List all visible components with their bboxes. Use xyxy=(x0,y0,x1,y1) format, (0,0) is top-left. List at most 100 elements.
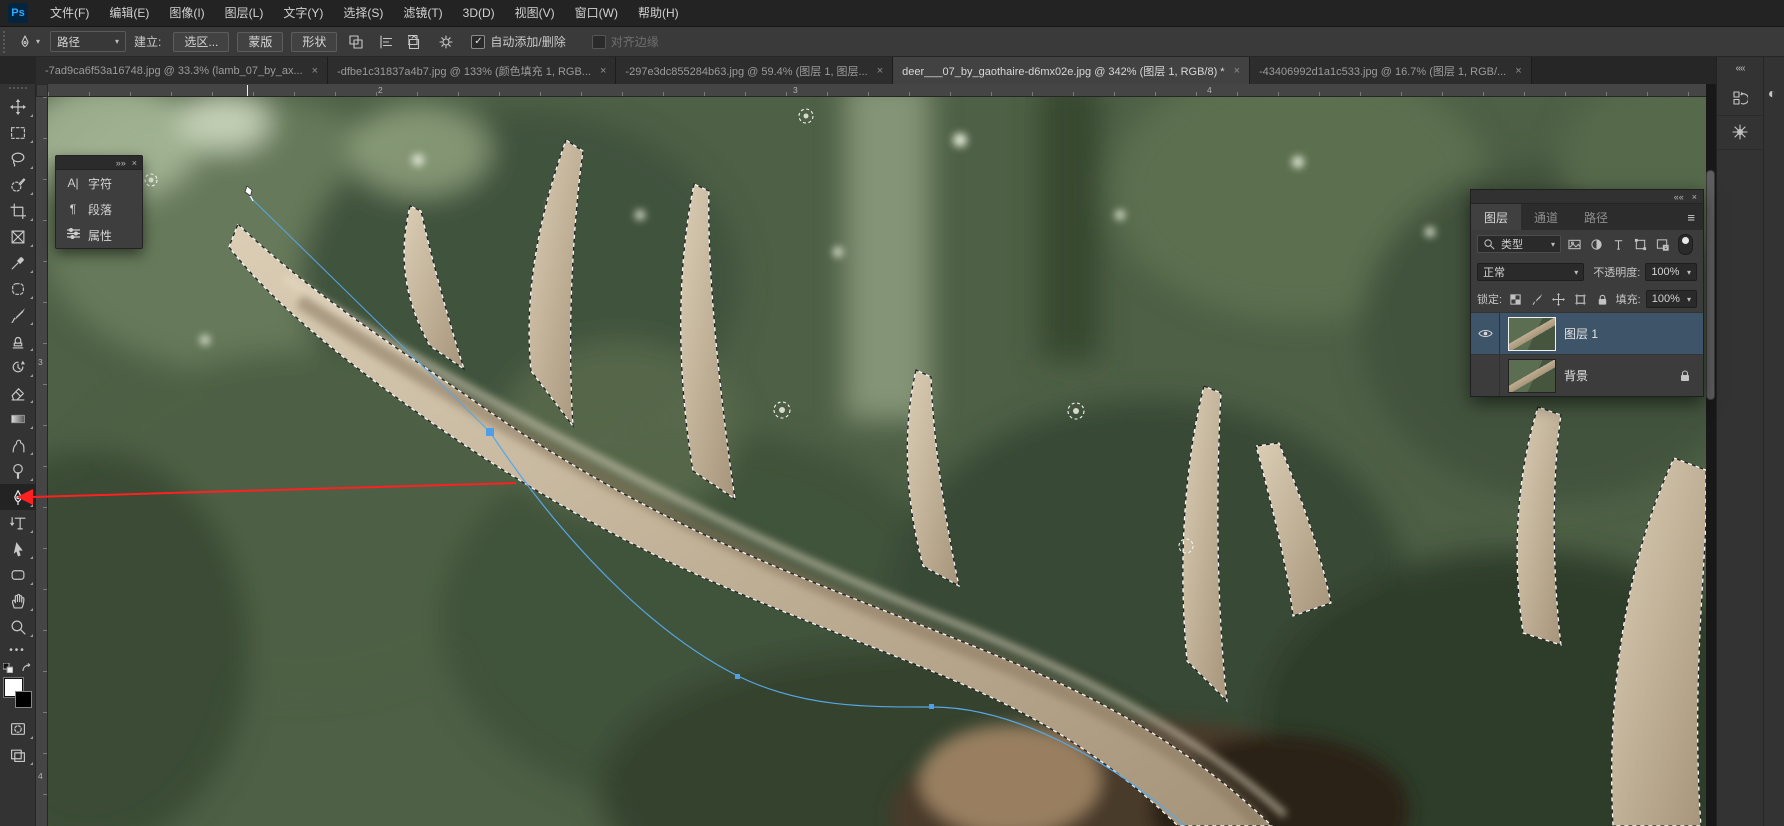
quick-selection-tool[interactable] xyxy=(0,172,36,198)
clone-stamp-tool[interactable] xyxy=(0,328,36,354)
zoom-tool[interactable] xyxy=(0,614,36,640)
menu-file[interactable]: 文件(F) xyxy=(40,0,99,26)
menu-filter[interactable]: 滤镜(T) xyxy=(393,0,452,26)
horizontal-ruler[interactable]: 2 3 4 xyxy=(48,84,1706,97)
lock-pixels-icon[interactable] xyxy=(1529,291,1546,308)
filter-adjustment-layers-icon[interactable] xyxy=(1588,236,1605,253)
layers-panel-header[interactable]: «« × xyxy=(1471,190,1703,204)
close-icon[interactable]: × xyxy=(600,65,606,77)
marquee-tool[interactable] xyxy=(0,120,36,146)
filter-pixel-layers-icon[interactable] xyxy=(1566,236,1583,253)
layer-name[interactable]: 背景 xyxy=(1564,367,1588,384)
close-icon[interactable]: × xyxy=(877,65,883,77)
history-brush-tool[interactable] xyxy=(0,354,36,380)
move-tool[interactable] xyxy=(0,94,36,120)
default-colors-icon[interactable] xyxy=(3,663,13,673)
collapse-panel-icon[interactable]: «« xyxy=(1674,192,1684,202)
canvas-viewport[interactable] xyxy=(48,97,1706,826)
menu-window[interactable]: 窗口(W) xyxy=(565,0,628,26)
vertical-ruler[interactable]: 3 4 xyxy=(36,97,48,826)
panel-menu-icon[interactable]: ≡ xyxy=(1687,204,1703,230)
lock-all-icon[interactable] xyxy=(1594,291,1611,308)
path-alignment-button[interactable] xyxy=(378,34,394,50)
background-color-swatch[interactable] xyxy=(15,691,32,708)
path-anchor[interactable] xyxy=(929,704,934,709)
gradient-tool[interactable] xyxy=(0,406,36,432)
panel-button-properties[interactable]: 属性 xyxy=(56,222,142,248)
tab-channels[interactable]: 通道 xyxy=(1521,204,1571,230)
make-shape-button[interactable]: 形状 xyxy=(291,32,337,52)
frame-tool[interactable] xyxy=(0,224,36,250)
type-tool[interactable] xyxy=(0,510,36,536)
document-tab[interactable]: -7ad9ca6f53a16748.jpg @ 33.3% (lamb_07_b… xyxy=(36,57,328,84)
lock-transparency-icon[interactable] xyxy=(1507,291,1524,308)
visibility-toggle[interactable] xyxy=(1471,355,1500,396)
layer-filter-select[interactable]: 类型 ▾ xyxy=(1477,235,1561,253)
panel-button-paragraph[interactable]: ¶ 段落 xyxy=(56,196,142,222)
swap-colors-icon[interactable] xyxy=(21,663,33,674)
document-tab[interactable]: -297e3dc855284b63.jpg @ 59.4% (图层 1, 图层.… xyxy=(616,57,893,84)
filter-smart-objects-icon[interactable] xyxy=(1654,236,1671,253)
layer-row-background[interactable]: 背景 xyxy=(1471,354,1703,396)
navigator-panel-icon[interactable] xyxy=(1717,115,1763,150)
filter-type-layers-icon[interactable] xyxy=(1610,236,1627,253)
layer-thumbnail[interactable] xyxy=(1509,318,1555,350)
layer-name[interactable]: 图层 1 xyxy=(1564,325,1598,342)
blend-mode-select[interactable]: 正常 ▾ xyxy=(1477,263,1584,281)
photoshop-logo[interactable]: Ps xyxy=(8,3,28,23)
smudge-tool[interactable] xyxy=(0,432,36,458)
visibility-toggle[interactable] xyxy=(1471,313,1500,354)
edit-toolbar-button[interactable]: ••• xyxy=(9,640,26,660)
expand-panels-icon[interactable]: »» xyxy=(116,158,126,168)
document-tab[interactable]: -dfbe1c31837a4b7.jpg @ 133% (颜色填充 1, RGB… xyxy=(328,57,616,84)
geometry-options-gear-button[interactable] xyxy=(438,34,454,50)
brush-tool[interactable] xyxy=(0,302,36,328)
layer-row-layer1[interactable]: 图层 1 xyxy=(1471,312,1703,354)
make-selection-button[interactable]: 选区... xyxy=(173,32,229,52)
canvas-vertical-scrollbar[interactable] xyxy=(1706,170,1715,400)
close-icon[interactable]: × xyxy=(132,158,137,168)
adjustments-panel-icon[interactable]: ◐ xyxy=(1768,85,1776,101)
menu-layer[interactable]: 图层(L) xyxy=(215,0,274,26)
tool-preset-picker[interactable]: ▾ xyxy=(17,34,40,50)
document-tab-active[interactable]: deer___07_by_gaothaire-d6mx02e.jpg @ 342… xyxy=(893,57,1250,84)
path-anchor-selected[interactable] xyxy=(486,428,494,436)
path-anchor[interactable] xyxy=(735,674,740,679)
menu-type[interactable]: 文字(Y) xyxy=(273,0,333,26)
toolbar-grip[interactable] xyxy=(9,87,27,92)
lock-position-icon[interactable] xyxy=(1551,291,1568,308)
collapse-panels-icon[interactable]: «« xyxy=(1717,63,1763,74)
healing-brush-tool[interactable] xyxy=(0,276,36,302)
panel-group-header[interactable]: »» × xyxy=(56,156,142,170)
opacity-select[interactable]: 100% ▾ xyxy=(1645,263,1697,281)
color-swatches[interactable] xyxy=(3,678,33,708)
close-icon[interactable]: × xyxy=(1692,192,1697,202)
eyedropper-tool[interactable] xyxy=(0,250,36,276)
eraser-tool[interactable] xyxy=(0,380,36,406)
filter-toggle-switch[interactable] xyxy=(1678,234,1693,255)
fill-select[interactable]: 100% ▾ xyxy=(1646,290,1697,308)
close-icon[interactable]: × xyxy=(1515,65,1521,77)
menu-image[interactable]: 图像(I) xyxy=(159,0,214,26)
filter-shape-layers-icon[interactable] xyxy=(1632,236,1649,253)
close-icon[interactable]: × xyxy=(1234,65,1240,77)
menu-select[interactable]: 选择(S) xyxy=(333,0,393,26)
screen-mode-button[interactable] xyxy=(0,742,36,768)
shape-tool[interactable] xyxy=(0,562,36,588)
tab-layers[interactable]: 图层 xyxy=(1471,204,1521,230)
quick-mask-button[interactable] xyxy=(0,716,36,742)
history-panel-icon[interactable] xyxy=(1717,81,1763,116)
path-mode-select[interactable]: 路径 ▾ xyxy=(50,31,126,52)
lock-artboard-icon[interactable] xyxy=(1572,291,1589,308)
dodge-tool[interactable] xyxy=(0,458,36,484)
layer-thumbnail[interactable] xyxy=(1509,360,1555,392)
document-tab[interactable]: -43406992d1a1c533.jpg @ 16.7% (图层 1, RGB… xyxy=(1250,57,1532,84)
default-and-swap-colors[interactable] xyxy=(3,660,33,676)
menu-view[interactable]: 视图(V) xyxy=(505,0,565,26)
crop-tool[interactable] xyxy=(0,198,36,224)
auto-add-delete-checkbox[interactable]: ✓ xyxy=(471,35,485,49)
pen-tool[interactable] xyxy=(0,484,36,510)
menu-edit[interactable]: 编辑(E) xyxy=(99,0,159,26)
lasso-tool[interactable] xyxy=(0,146,36,172)
tab-paths[interactable]: 路径 xyxy=(1571,204,1621,230)
